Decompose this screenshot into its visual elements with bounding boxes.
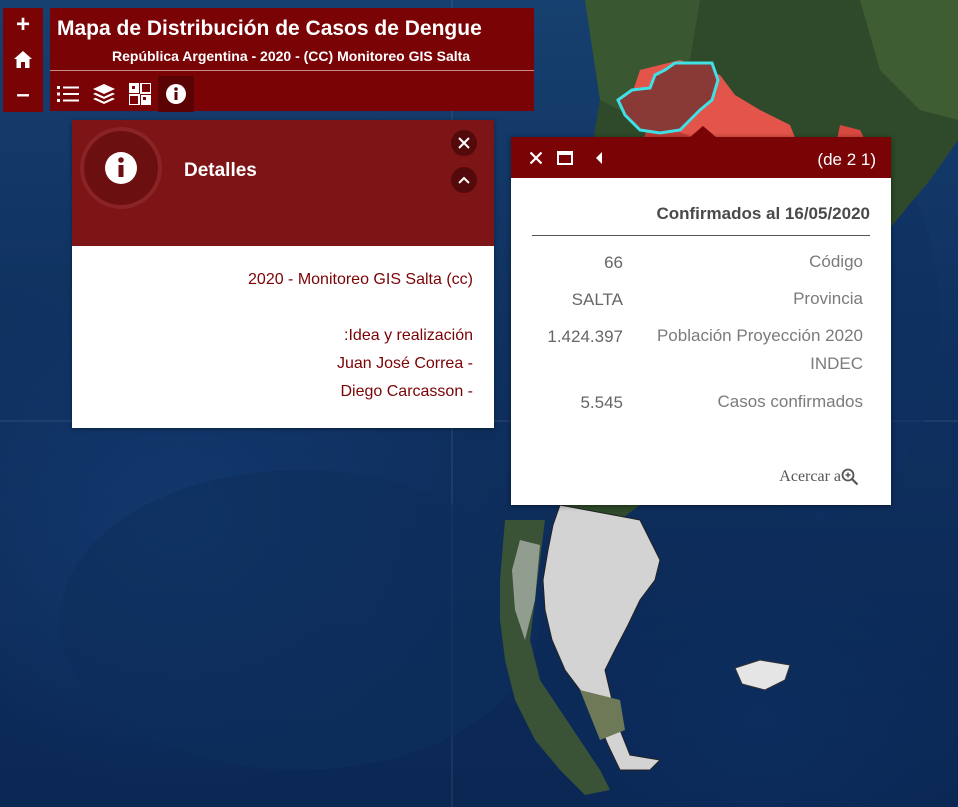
close-icon	[529, 151, 543, 165]
details-body: 2020 - Monitoreo GIS Salta (cc) :Idea y …	[72, 246, 494, 428]
app-subtitle: República Argentina - 2020 - (CC) Monito…	[112, 48, 471, 64]
attribute-label: Población Proyección 2020 INDEC	[656, 326, 863, 373]
popup-feature-count: (de 2 1)	[817, 150, 876, 169]
popup-previous-button[interactable]	[587, 146, 611, 170]
details-credit-line: Juan José Correa -	[336, 355, 473, 372]
title-divider	[50, 70, 534, 71]
close-icon	[458, 137, 470, 149]
attribute-value: 5.545	[580, 393, 623, 412]
chevron-up-icon	[458, 176, 470, 184]
details-credit-line: :Idea y realización	[344, 327, 473, 344]
popup-close-button[interactable]	[524, 146, 548, 170]
attribute-value: SALTA	[571, 290, 623, 309]
details-panel: Detalles 2020 - Monitoreo GIS Salta (cc)…	[72, 120, 494, 428]
basemap-button[interactable]	[122, 76, 158, 112]
legend-button[interactable]	[50, 76, 86, 112]
about-button[interactable]	[158, 76, 194, 112]
zoom-controls: + –	[3, 8, 43, 112]
title-panel: Mapa de Distribución de Casos de Dengue …	[50, 8, 534, 112]
app-title: Mapa de Distribución de Casos de Dengue	[57, 17, 482, 40]
zoom-in-magnifier-icon	[841, 468, 859, 486]
popup-title: Confirmados al 16/05/2020	[656, 204, 870, 223]
basemap-icon	[129, 83, 151, 105]
details-header: Detalles	[72, 120, 494, 246]
details-credit-line: 2020 - Monitoreo GIS Salta (cc)	[248, 271, 473, 288]
layers-button[interactable]	[86, 76, 122, 112]
info-icon	[166, 84, 186, 104]
maximize-icon	[557, 151, 573, 165]
layers-icon	[93, 84, 115, 104]
popup-divider	[532, 235, 870, 236]
attribute-value: 66	[604, 253, 623, 272]
info-icon	[105, 152, 137, 184]
home-icon	[14, 51, 32, 69]
zoom-to-label: Acercar a	[779, 468, 841, 485]
zoom-out-button[interactable]: –	[5, 79, 41, 111]
attribute-value: 1.424.397	[547, 327, 623, 346]
list-icon	[57, 86, 79, 102]
attribute-label: Código	[809, 252, 863, 271]
details-credit-line: Diego Carcasson -	[340, 383, 474, 400]
details-info-badge	[80, 127, 162, 209]
chevron-left-icon	[596, 152, 602, 164]
popup-maximize-button[interactable]	[553, 146, 577, 170]
toolbar	[50, 76, 194, 112]
attribute-label: Provincia	[793, 289, 863, 308]
zoom-to-link[interactable]: Acercar a	[779, 468, 859, 486]
popup-header: (de 2 1)	[511, 137, 891, 178]
details-title: Detalles	[184, 160, 257, 181]
falkland-islands	[734, 659, 791, 691]
zoom-in-button[interactable]: +	[5, 9, 41, 41]
feature-popup: (de 2 1) Confirmados al 16/05/2020 66 Có…	[511, 126, 891, 505]
attribute-label: Casos confirmados	[717, 392, 863, 411]
details-collapse-button[interactable]	[451, 167, 477, 193]
home-button[interactable]	[5, 44, 41, 76]
details-close-button[interactable]	[451, 130, 477, 156]
